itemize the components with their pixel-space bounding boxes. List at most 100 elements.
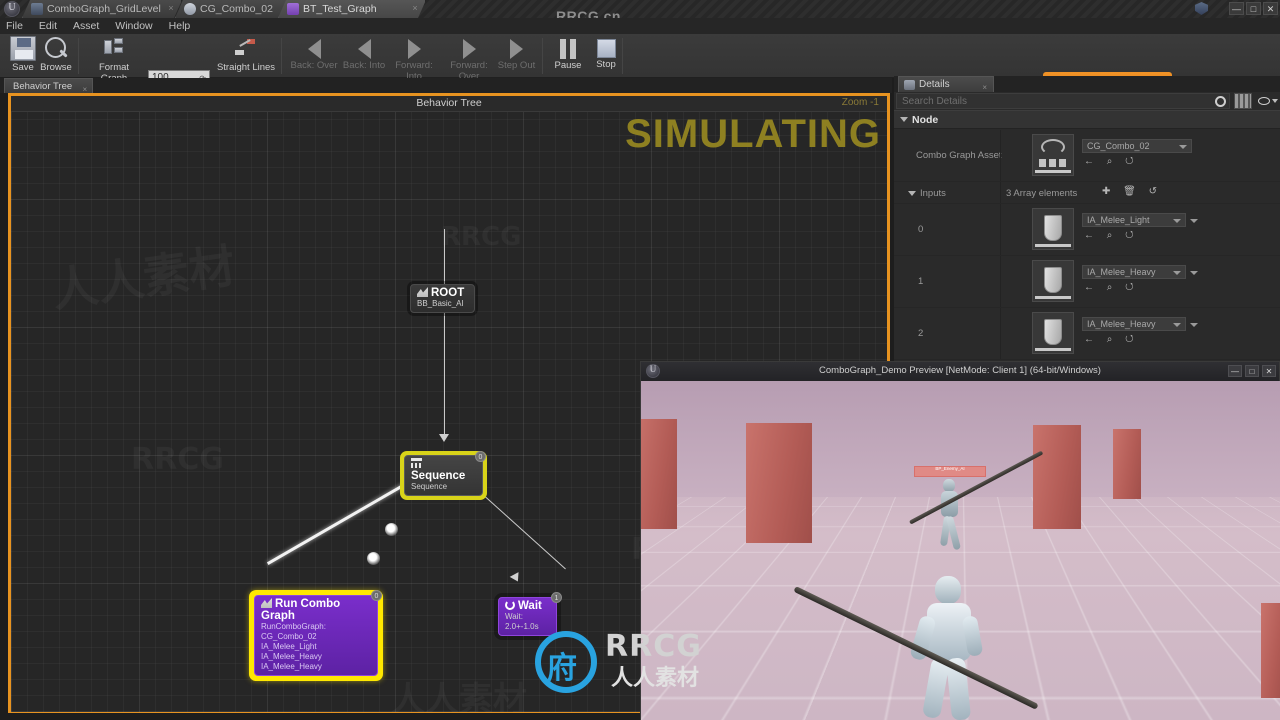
close-icon[interactable]: × — [167, 4, 175, 12]
preview-minimize-button[interactable]: — — [1228, 365, 1242, 377]
menu-help[interactable]: Help — [169, 20, 191, 32]
format-graph-button[interactable]: Format Graph — [88, 36, 140, 84]
stop-button[interactable]: Stop — [586, 36, 626, 70]
asset-thumbnail[interactable] — [1032, 312, 1074, 354]
step-out-button[interactable]: Step Out — [494, 36, 539, 71]
step-out-icon — [510, 39, 523, 59]
reset-icon[interactable]: ↺ — [1125, 230, 1138, 241]
combo-graph-asset-dropdown[interactable]: CG_Combo_02 — [1082, 139, 1192, 153]
arrowhead-icon — [509, 572, 523, 584]
asset-value: CG_Combo_02 — [1087, 141, 1150, 151]
node-title: Run Combo Graph — [261, 598, 341, 622]
root-icon — [417, 287, 428, 297]
scene-pillar — [1261, 603, 1280, 698]
forward-over-button[interactable]: Forward: Over — [442, 36, 496, 82]
add-element-icon[interactable]: ✚ — [1102, 186, 1115, 197]
asset-action-buttons[interactable]: ← ⌕ ↺ — [1084, 156, 1139, 167]
close-icon[interactable]: × — [411, 4, 419, 12]
node-line: IA_Melee_Heavy — [261, 652, 322, 661]
input-asset-dropdown-1[interactable]: IA_Melee_Heavy — [1082, 265, 1186, 279]
search-icon[interactable] — [1215, 96, 1226, 107]
pause-button[interactable]: Pause — [548, 36, 588, 71]
node-root[interactable]: ROOT BB_Basic_AI — [410, 284, 475, 313]
preview-window-controls: — □ ✕ — [1228, 365, 1276, 377]
category-node[interactable]: Node — [894, 110, 1280, 129]
menu-window[interactable]: Window — [115, 20, 152, 32]
shield-icon — [1195, 2, 1208, 15]
unreal-engine-logo-icon — [4, 1, 20, 17]
arrowhead-icon — [439, 434, 449, 442]
asset-thumbnail[interactable] — [1032, 260, 1074, 302]
input-asset-dropdown-0[interactable]: IA_Melee_Light — [1082, 213, 1186, 227]
browse-icon[interactable]: ⌕ — [1107, 334, 1118, 345]
input-action-buttons[interactable]: ← ⌕ ↺ — [1084, 230, 1139, 241]
asset-thumbnail[interactable] — [1032, 134, 1074, 176]
wait-icon — [505, 600, 515, 610]
node-body[interactable]: ROOT BB_Basic_AI — [410, 284, 475, 313]
pause-icon — [559, 39, 577, 59]
browse-icon[interactable]: ⌕ — [1107, 282, 1118, 293]
asset-value: IA_Melee_Heavy — [1087, 319, 1156, 329]
search-placeholder: Search Details — [902, 96, 968, 107]
node-title: Sequence — [411, 458, 476, 482]
back-over-button[interactable]: Back: Over — [290, 36, 338, 71]
title-bar: ComboGraph_GridLevel × CG_Combo_02 × BT_… — [0, 0, 1280, 24]
forward-into-button[interactable]: Forward: Into — [388, 36, 440, 82]
use-selected-icon[interactable]: ← — [1084, 156, 1099, 167]
input-asset-dropdown-2[interactable]: IA_Melee_Heavy — [1082, 317, 1186, 331]
browse-icon[interactable]: ⌕ — [1107, 156, 1118, 167]
asset-value: IA_Melee_Heavy — [1087, 267, 1156, 277]
maximize-button[interactable]: □ — [1246, 2, 1261, 15]
enemy-name-label: BP_Enemy_AI — [935, 466, 965, 471]
browse-icon[interactable]: ⌕ — [1107, 230, 1118, 241]
details-search-row: Search Details — [894, 92, 1280, 110]
use-selected-icon[interactable]: ← — [1084, 230, 1099, 241]
chevron-down-icon[interactable] — [1190, 271, 1198, 275]
expand-arrow-icon — [900, 117, 908, 122]
column-settings-button[interactable] — [1234, 93, 1252, 109]
details-tab-row: Details × — [894, 76, 1280, 92]
tab-bt-test-graph[interactable]: BT_Test_Graph × — [278, 0, 426, 18]
tab-combograph-gridlevel[interactable]: ComboGraph_GridLevel × — [22, 0, 182, 18]
preview-maximize-button[interactable]: □ — [1245, 365, 1259, 377]
node-body[interactable]: Run Combo Graph RunComboGraph: CG_Combo_… — [254, 595, 378, 676]
array-index-label: 0 — [918, 224, 924, 235]
tab-details[interactable]: Details × — [898, 76, 994, 92]
behavior-tree-icon — [287, 3, 299, 15]
use-selected-icon[interactable]: ← — [1084, 282, 1099, 293]
array-action-buttons[interactable]: ✚ 🗑 ↺ — [1102, 186, 1162, 197]
menu-file[interactable]: File — [6, 20, 23, 32]
delete-icon[interactable]: 🗑 — [1123, 186, 1141, 197]
tab-behavior-tree-document[interactable]: Behavior Tree × — [4, 78, 94, 94]
browse-button[interactable]: Browse — [36, 36, 76, 73]
chevron-down-icon[interactable] — [1190, 323, 1198, 327]
browse-icon — [43, 36, 69, 61]
node-body[interactable]: Sequence Sequence — [404, 455, 483, 496]
reset-icon[interactable]: ↺ — [1149, 186, 1162, 197]
asset-thumbnail[interactable] — [1032, 208, 1074, 250]
search-input[interactable]: Search Details — [896, 93, 1230, 109]
chevron-down-icon[interactable] — [1190, 219, 1198, 223]
preview-title-bar: ComboGraph_Demo Preview [NetMode: Client… — [641, 362, 1279, 381]
reset-icon[interactable]: ↺ — [1125, 334, 1138, 345]
node-run-combo-graph[interactable]: Run Combo Graph RunComboGraph: CG_Combo_… — [249, 590, 383, 681]
minimize-button[interactable]: — — [1229, 2, 1244, 15]
input-action-buttons[interactable]: ← ⌕ ↺ — [1084, 282, 1139, 293]
close-button[interactable]: ✕ — [1263, 2, 1278, 15]
menu-asset[interactable]: Asset — [73, 20, 99, 32]
input-action-icon — [1044, 267, 1062, 293]
back-into-button[interactable]: Back: Into — [340, 36, 388, 71]
watermark-subtitle: 人人素材 — [611, 666, 700, 691]
node-sequence[interactable]: Sequence Sequence 0 — [400, 451, 487, 500]
menu-edit[interactable]: Edit — [39, 20, 57, 32]
view-options-button[interactable] — [1256, 93, 1278, 109]
node-index-badge: 0 — [371, 590, 382, 601]
preview-close-button[interactable]: ✕ — [1262, 365, 1276, 377]
input-action-buttons[interactable]: ← ⌕ ↺ — [1084, 334, 1139, 345]
reset-icon[interactable]: ↺ — [1125, 156, 1138, 167]
reset-icon[interactable]: ↺ — [1125, 282, 1138, 293]
use-selected-icon[interactable]: ← — [1084, 334, 1099, 345]
straight-lines-button[interactable]: Straight Lines — [216, 36, 276, 73]
details-icon — [904, 80, 915, 90]
array-index-label: 1 — [918, 276, 924, 287]
